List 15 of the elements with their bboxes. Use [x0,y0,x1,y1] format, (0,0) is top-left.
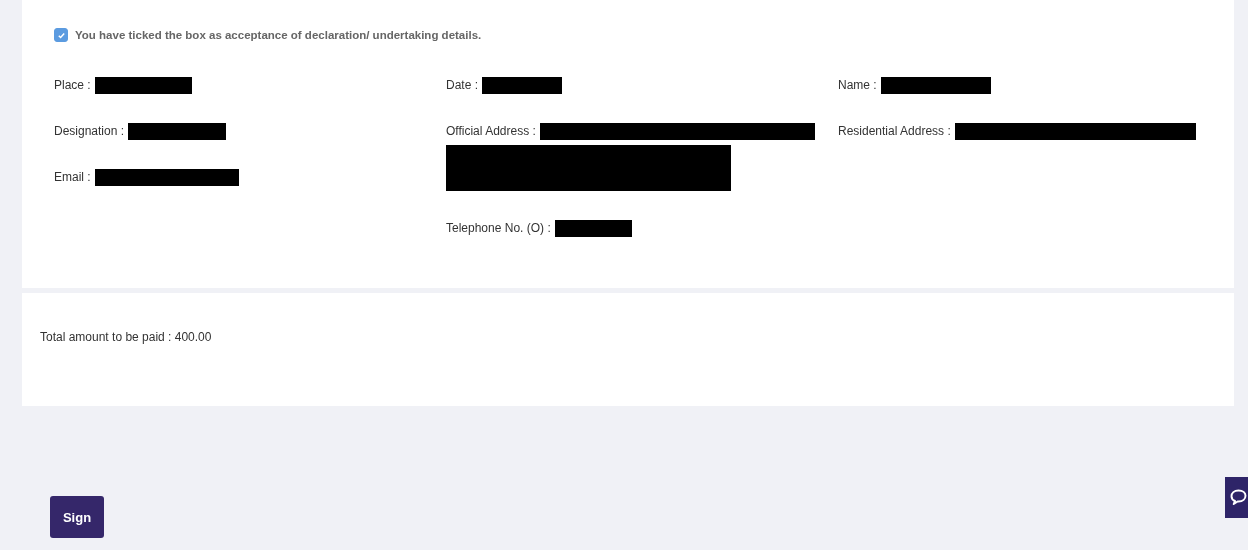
field-label: Name : [838,78,877,92]
field-label: Residential Address : [838,124,951,138]
field-label: Email : [54,170,91,184]
field-label: Place : [54,78,91,92]
field-label: Official Address : [446,124,536,138]
field-label: Telephone No. (O) : [446,221,551,235]
total-amount-text: Total amount to be paid : 400.00 [40,330,212,344]
checkbox[interactable] [54,28,68,42]
chat-button[interactable] [1225,477,1248,518]
sign-button[interactable]: Sign [50,496,104,538]
check-icon [56,30,66,40]
field-label: Date : [446,78,478,92]
chat-icon [1228,487,1248,508]
declaration-text: You have ticked the box as acceptance of declaration/ undertaking details. [75,29,482,41]
field-label: Designation : [54,124,125,138]
